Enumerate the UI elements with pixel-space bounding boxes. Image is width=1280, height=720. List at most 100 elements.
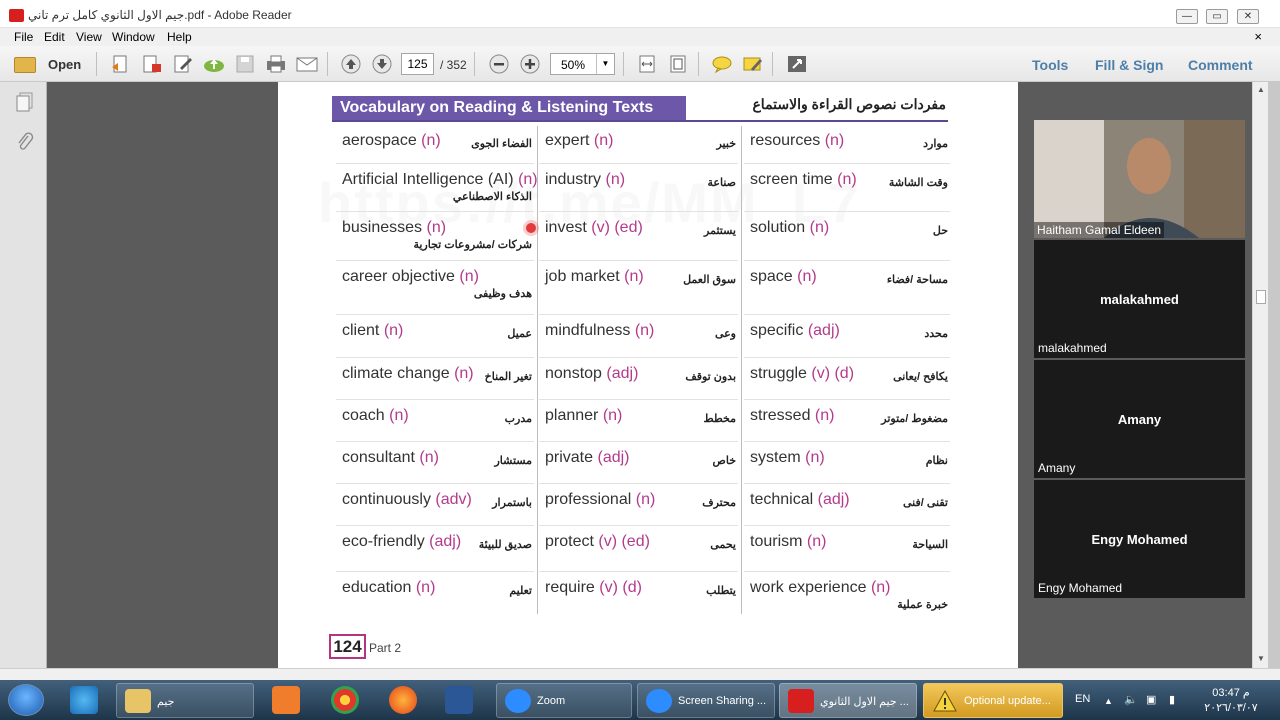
next-page-icon[interactable] bbox=[370, 53, 394, 75]
scrollbar-thumb[interactable] bbox=[1256, 290, 1266, 304]
fit-page-icon[interactable] bbox=[666, 53, 690, 75]
participant-video-tile[interactable]: Haitham Gamal Eldeen bbox=[1034, 120, 1245, 238]
vocab-term: specific bbox=[750, 322, 804, 339]
scroll-down-icon[interactable]: ▼ bbox=[1257, 654, 1265, 663]
vocab-term: client bbox=[342, 322, 380, 339]
taskbar-screen-sharing[interactable]: Screen Sharing ... bbox=[637, 683, 775, 718]
header-rule bbox=[332, 120, 948, 122]
menu-window[interactable]: Window bbox=[112, 30, 155, 44]
row-divider bbox=[336, 211, 534, 212]
vertical-scrollbar[interactable]: ▲ ▼ bbox=[1252, 82, 1268, 668]
row-divider bbox=[744, 163, 950, 164]
create-pdf-icon[interactable] bbox=[109, 53, 133, 75]
close-window-button[interactable]: ✕ bbox=[1237, 9, 1259, 24]
row-divider bbox=[744, 357, 950, 358]
participant-tile[interactable]: Amany Amany bbox=[1034, 360, 1245, 478]
vocab-term: expert bbox=[545, 132, 590, 149]
taskbar-pdf[interactable]: جيم الاول الثانوي ... bbox=[779, 683, 917, 718]
show-hidden-icons-icon[interactable]: ▲ bbox=[1104, 696, 1113, 706]
vocab-translation: وقت الشاشة bbox=[888, 177, 948, 189]
vocab-translation: هدف وظيفى bbox=[473, 288, 532, 300]
start-button-icon[interactable] bbox=[8, 684, 44, 716]
maximize-button[interactable]: ▭ bbox=[1206, 9, 1228, 24]
language-indicator[interactable]: EN bbox=[1075, 693, 1090, 705]
signal-icon[interactable]: ▮ bbox=[1169, 693, 1175, 706]
menu-help[interactable]: Help bbox=[167, 30, 192, 44]
toolbar-separator bbox=[96, 52, 97, 76]
vocab-translation: نظام bbox=[925, 455, 948, 467]
vocab-word: work experience (n) bbox=[750, 579, 891, 597]
zoom-out-icon[interactable] bbox=[487, 53, 511, 75]
export-pdf-icon[interactable] bbox=[140, 53, 164, 75]
taskbar-folder-label: جيم bbox=[157, 696, 175, 708]
taskbar-folder[interactable]: جيم bbox=[116, 683, 254, 718]
row-divider bbox=[744, 260, 950, 261]
menu-file[interactable]: File bbox=[14, 30, 33, 44]
firefox-icon[interactable] bbox=[389, 686, 417, 714]
menu-edit[interactable]: Edit bbox=[44, 30, 65, 44]
tools-link[interactable]: Tools bbox=[1032, 57, 1068, 73]
cloud-upload-icon[interactable] bbox=[202, 53, 226, 75]
vocab-translation: بدون توقف bbox=[685, 371, 736, 383]
row-divider bbox=[336, 571, 534, 572]
zoom-in-icon[interactable] bbox=[518, 53, 542, 75]
row-divider bbox=[539, 399, 738, 400]
chrome-icon[interactable] bbox=[331, 686, 359, 714]
vocab-section-header: Vocabulary on Reading & Listening Texts bbox=[332, 96, 686, 122]
edit-pdf-icon[interactable] bbox=[171, 53, 195, 75]
column-divider bbox=[537, 126, 538, 614]
comment-link[interactable]: Comment bbox=[1188, 57, 1253, 73]
email-icon[interactable] bbox=[295, 53, 319, 75]
volume-icon[interactable]: 🔈 bbox=[1124, 693, 1138, 706]
fit-width-icon[interactable] bbox=[635, 53, 659, 75]
minimize-button[interactable]: — bbox=[1176, 9, 1198, 24]
vocab-translation: شركات /مشروعات تجارية bbox=[413, 239, 532, 251]
row-divider bbox=[744, 211, 950, 212]
vocab-word: businesses (n) bbox=[342, 219, 446, 237]
toolbar: Open Tools Fill & Sign Comment bbox=[0, 46, 1280, 82]
participant-tile[interactable]: Engy Mohamed Engy Mohamed bbox=[1034, 480, 1245, 598]
system-clock[interactable]: 03:47 م ٢٠٢٦/٠٣/٠٧ bbox=[1198, 686, 1264, 716]
comment-bubble-icon[interactable] bbox=[710, 53, 734, 75]
row-divider bbox=[744, 483, 950, 484]
taskbar-optional-update[interactable]: Optional update... bbox=[923, 683, 1063, 718]
page-number-badge: 124 bbox=[329, 634, 366, 659]
print-icon[interactable] bbox=[264, 53, 288, 75]
vocab-translation: صناعة bbox=[707, 177, 736, 189]
row-divider bbox=[539, 163, 738, 164]
zoom-select[interactable]: 50% ▼ bbox=[550, 53, 615, 75]
row-divider bbox=[539, 571, 738, 572]
media-player-icon[interactable] bbox=[272, 686, 300, 714]
vocab-translation: تعليم bbox=[509, 585, 532, 597]
row-divider bbox=[539, 357, 738, 358]
attachments-paperclip-icon[interactable] bbox=[16, 132, 34, 152]
participant-name-center: Amany bbox=[1117, 412, 1162, 427]
close-document-icon[interactable]: × bbox=[1254, 29, 1262, 44]
toolbar-separator bbox=[474, 52, 475, 76]
chevron-down-icon[interactable]: ▼ bbox=[596, 54, 614, 74]
network-icon[interactable]: ▣ bbox=[1146, 693, 1156, 706]
vocab-translation: السياحة bbox=[912, 539, 948, 551]
save-icon[interactable] bbox=[233, 53, 257, 75]
menu-view[interactable]: View bbox=[76, 30, 102, 44]
word-icon[interactable] bbox=[445, 686, 473, 714]
row-divider bbox=[539, 525, 738, 526]
participant-tile[interactable]: malakahmed malakahmed bbox=[1034, 240, 1245, 358]
vocab-translation: الذكاء الاصطناعي bbox=[452, 191, 532, 203]
part-of-speech: (n) bbox=[459, 268, 479, 285]
expand-icon[interactable] bbox=[785, 53, 809, 75]
taskbar-screen-sharing-label: Screen Sharing ... bbox=[678, 695, 767, 707]
internet-explorer-icon[interactable] bbox=[70, 686, 98, 714]
vocab-translation: موارد bbox=[923, 138, 948, 150]
row-divider bbox=[744, 571, 950, 572]
vocab-term: Artificial Intelligence (AI) bbox=[342, 171, 514, 188]
vocab-term: coach bbox=[342, 407, 385, 424]
highlight-icon[interactable] bbox=[741, 53, 765, 75]
fill-sign-link[interactable]: Fill & Sign bbox=[1095, 57, 1163, 73]
toolbar-separator bbox=[772, 52, 773, 76]
scroll-up-icon[interactable]: ▲ bbox=[1257, 85, 1265, 94]
page-number-input[interactable]: 125 bbox=[401, 53, 434, 75]
page-thumbnails-icon[interactable] bbox=[16, 92, 34, 112]
taskbar-zoom[interactable]: Zoom bbox=[496, 683, 632, 718]
previous-page-icon[interactable] bbox=[339, 53, 363, 75]
